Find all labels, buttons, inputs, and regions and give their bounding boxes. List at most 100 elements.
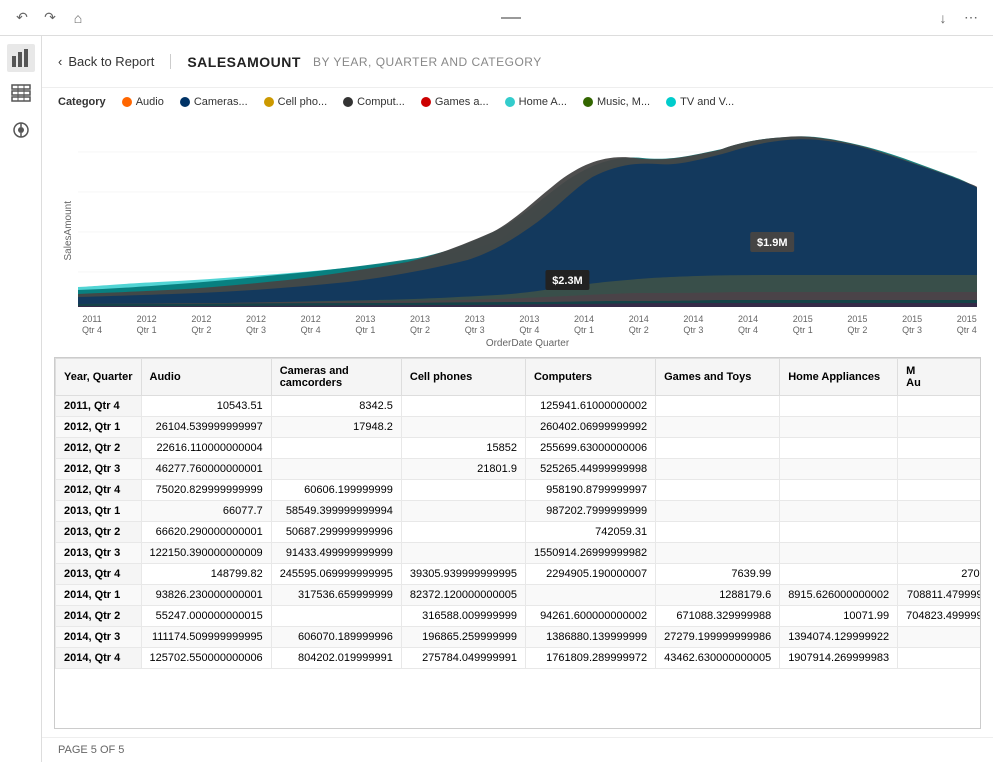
sidebar-table-icon[interactable]	[7, 80, 35, 108]
table-cell	[525, 584, 655, 605]
table-cell: 91433.499999999999	[271, 542, 401, 563]
data-table-container[interactable]: Year, Quarter Audio Cameras andcamcorder…	[54, 357, 981, 729]
y-axis-label: SalesAmount	[63, 201, 74, 260]
col-computers: Computers	[525, 358, 655, 395]
table-cell: 2294905.190000007	[525, 563, 655, 584]
table-cell: 10071.99	[780, 605, 898, 626]
download-icon[interactable]: ↓	[933, 8, 953, 28]
legend-item-cameras: Cameras...	[180, 96, 248, 108]
table-cell: 125702.550000000006	[141, 647, 271, 668]
table-row: 2013, Qtr 4148799.82245595.0699999999953…	[56, 563, 982, 584]
page-subtitle: BY YEAR, QUARTER AND CATEGORY	[313, 55, 542, 69]
page-info: PAGE 5 OF 5	[58, 744, 124, 756]
chart-svg: $2.3M $1.9M	[78, 112, 977, 307]
legend-item-cellphones: Cell pho...	[264, 96, 328, 108]
table-cell	[898, 500, 981, 521]
x-axis-title: OrderDate Quarter	[78, 338, 977, 349]
table-row: 2012, Qtr 222616.11000000000415852255699…	[56, 437, 982, 458]
table-cell	[780, 521, 898, 542]
table-cell	[780, 500, 898, 521]
chart-area: Category Audio Cameras... Cell pho... Co…	[42, 88, 993, 349]
more-options-icon[interactable]: ⋯	[961, 8, 981, 28]
table-cell	[656, 479, 780, 500]
table-cell	[780, 416, 898, 437]
table-cell	[898, 542, 981, 563]
table-cell	[898, 647, 981, 668]
forward-nav-icon[interactable]: ↷	[40, 8, 60, 28]
table-cell: 245595.069999999995	[271, 563, 401, 584]
table-cell: 60606.199999999	[271, 479, 401, 500]
legend-item-games: Games a...	[421, 96, 489, 108]
table-row: 2012, Qtr 126104.53999999999717948.22604…	[56, 416, 982, 437]
col-music: MAu	[898, 358, 981, 395]
table-cell: 2014, Qtr 1	[56, 584, 142, 605]
x-label-2013q1: 2013Qtr 1	[355, 314, 375, 336]
table-cell: 66077.7	[141, 500, 271, 521]
table-cell	[780, 563, 898, 584]
main-layout: ‹ Back to Report SALESAMOUNT BY YEAR, QU…	[0, 36, 993, 762]
table-cell: 1907914.269999983	[780, 647, 898, 668]
table-cell: 708811.47999999968	[898, 584, 981, 605]
table-cell: 26104.539999999997	[141, 416, 271, 437]
legend-dot-home	[505, 97, 515, 107]
table-cell	[898, 521, 981, 542]
x-label-2012q2: 2012Qtr 2	[191, 314, 211, 336]
table-cell	[656, 521, 780, 542]
table-cell: 606070.189999996	[271, 626, 401, 647]
legend-text-cameras: Cameras...	[194, 96, 248, 108]
table-cell: 55247.000000000015	[141, 605, 271, 626]
x-label-2015q3: 2015Qtr 3	[902, 314, 922, 336]
table-cell	[898, 437, 981, 458]
table-cell	[780, 542, 898, 563]
x-label-2012q3: 2012Qtr 3	[246, 314, 266, 336]
col-year-quarter: Year, Quarter	[56, 358, 142, 395]
x-label-2014q3: 2014Qtr 3	[683, 314, 703, 336]
table-cell: 316588.009999999	[401, 605, 525, 626]
table-cell: 125941.61000000002	[525, 395, 655, 416]
back-chevron-icon: ‹	[58, 54, 62, 69]
home-nav-icon[interactable]: ⌂	[68, 8, 88, 28]
back-nav-icon[interactable]: ↶	[12, 8, 32, 28]
table-cell: 10543.51	[141, 395, 271, 416]
x-label-2012q4: 2012Qtr 4	[301, 314, 321, 336]
x-label-2013q4: 2013Qtr 4	[519, 314, 539, 336]
col-audio: Audio	[141, 358, 271, 395]
toolbar-left: ↶ ↷ ⌂	[12, 8, 88, 28]
table-cell: 804202.019999991	[271, 647, 401, 668]
left-sidebar	[0, 36, 42, 762]
back-to-report-button[interactable]: ‹ Back to Report	[58, 54, 171, 69]
sidebar-chart-icon[interactable]	[7, 44, 35, 72]
table-cell	[401, 521, 525, 542]
y-axis-container: SalesAmount	[58, 112, 78, 349]
table-cell: 27279.199999999986	[656, 626, 780, 647]
table-cell	[898, 479, 981, 500]
table-cell: 8915.626000000002	[780, 584, 898, 605]
table-cell: 275784.049999991	[401, 647, 525, 668]
legend-text-audio: Audio	[136, 96, 164, 108]
legend-dot-cameras	[180, 97, 190, 107]
table-cell	[780, 437, 898, 458]
table-cell: 66620.290000000001	[141, 521, 271, 542]
col-cellphones: Cell phones	[401, 358, 525, 395]
table-cell	[780, 458, 898, 479]
table-cell: 93826.230000000001	[141, 584, 271, 605]
table-row: 2014, Qtr 255247.000000000015 316588.0099…	[56, 605, 982, 626]
table-cell: 1394074.129999922	[780, 626, 898, 647]
legend-text-computers: Comput...	[357, 96, 405, 108]
content-area: ‹ Back to Report SALESAMOUNT BY YEAR, QU…	[42, 36, 993, 762]
table-cell: 21801.9	[401, 458, 525, 479]
table-row: 2013, Qtr 166077.758549.3999999999949872…	[56, 500, 982, 521]
table-cell	[898, 458, 981, 479]
col-games: Games and Toys	[656, 358, 780, 395]
table-cell	[401, 395, 525, 416]
table-cell: 2013, Qtr 1	[56, 500, 142, 521]
table-cell: 255699.63000000006	[525, 437, 655, 458]
table-cell: 75020.829999999999	[141, 479, 271, 500]
legend-item-music: Music, M...	[583, 96, 650, 108]
x-label-2013q3: 2013Qtr 3	[465, 314, 485, 336]
table-cell: 1761809.289999972	[525, 647, 655, 668]
table-cell: 2013, Qtr 3	[56, 542, 142, 563]
sidebar-filter-icon[interactable]	[7, 116, 35, 144]
table-cell: 2014, Qtr 2	[56, 605, 142, 626]
table-row: 2014, Qtr 3111174.509999999995606070.189…	[56, 626, 982, 647]
